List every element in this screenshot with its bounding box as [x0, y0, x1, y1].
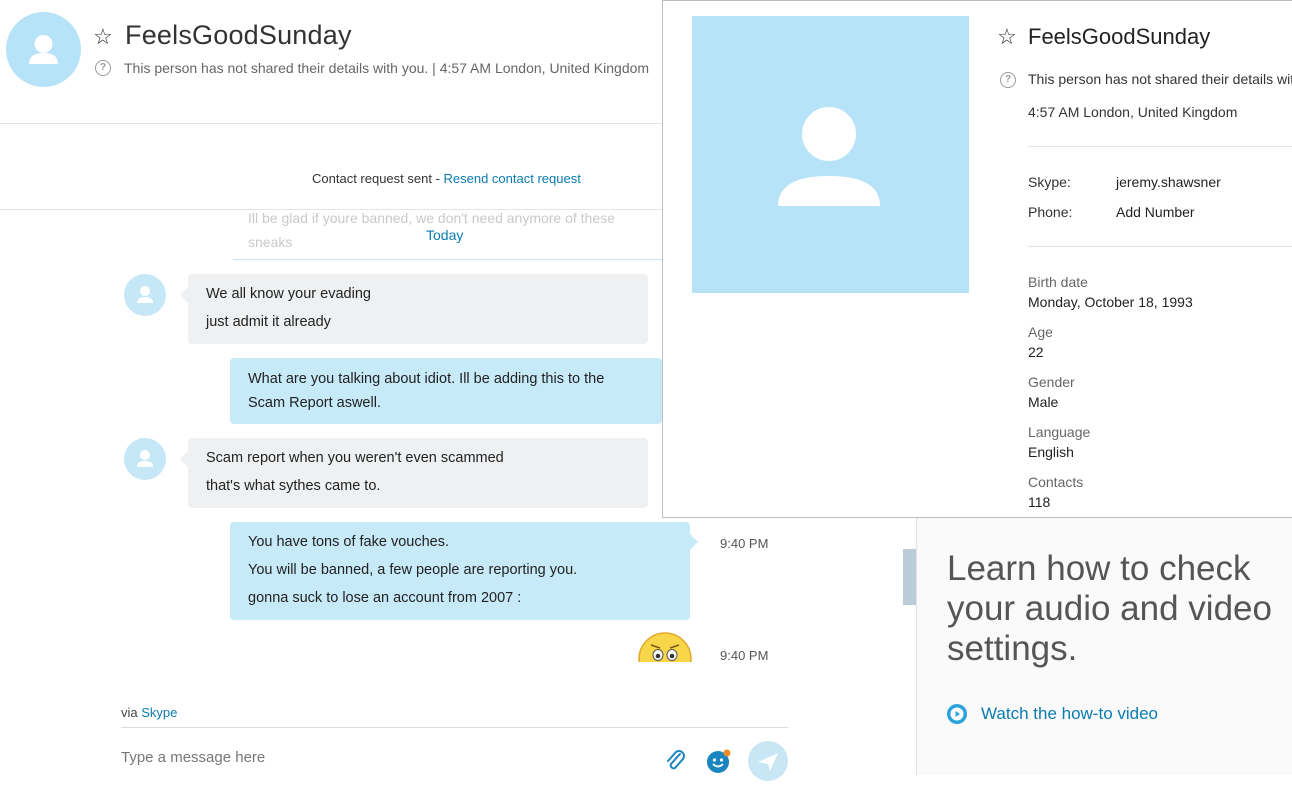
worried-emoticon-icon: [638, 632, 692, 662]
via-prefix: via: [121, 705, 142, 720]
day-divider-line: [233, 259, 662, 260]
message-bubble-incoming[interactable]: We all know your evading just admit it a…: [188, 274, 648, 344]
message-line: You will be banned, a few people are rep…: [248, 562, 578, 578]
promo-title: Learn how to check your audio and video …: [947, 549, 1272, 668]
message-line: Scam report when you weren't even scamme…: [206, 450, 504, 466]
profile-picture: [692, 16, 969, 293]
worried-emoticon[interactable]: [638, 632, 692, 662]
help-icon[interactable]: ?: [95, 60, 111, 76]
skype-name-link[interactable]: jeremy.shawsner: [1116, 174, 1221, 190]
bubble-tail: [180, 287, 188, 303]
message-bubble-incoming[interactable]: Scam report when you weren't even scamme…: [188, 438, 648, 508]
phone-label: Phone:: [1028, 204, 1073, 220]
star-icon[interactable]: ☆: [997, 26, 1017, 48]
contact-request-banner: Contact request sent - Resend contact re…: [312, 171, 581, 186]
language-value: English: [1028, 444, 1074, 460]
message-line: You have tons of fake vouches.: [248, 534, 449, 550]
message-timestamp: 9:40 PM: [720, 536, 769, 551]
via-label: via Skype: [121, 705, 177, 720]
message-timestamp: 9:40 PM: [720, 648, 769, 663]
avatar-icon: [137, 450, 153, 467]
watch-video-link[interactable]: Watch the how-to video: [981, 704, 1158, 724]
message-line: Scam Report aswell.: [248, 395, 381, 411]
message-line: What are you talking about idiot. Ill be…: [248, 371, 605, 387]
panel-scrollbar[interactable]: [903, 549, 916, 605]
language-label: Language: [1028, 424, 1091, 440]
contacts-label: Contacts: [1028, 474, 1084, 490]
bubble-tail: [180, 451, 188, 467]
add-number-link[interactable]: Add Number: [1116, 204, 1195, 220]
contact-subtitle: This person has not shared their details…: [124, 60, 650, 76]
avatar-icon: [137, 286, 153, 303]
via-skype-link[interactable]: Skype: [141, 705, 177, 720]
profile-divider: [1028, 146, 1292, 147]
profile-notice: This person has not shared their details…: [1028, 71, 1292, 87]
send-icon: [758, 753, 778, 771]
message-line: gonna suck to lose an account from 2007 …: [248, 590, 522, 606]
avatar-icon: [778, 107, 880, 206]
header-divider: [0, 123, 662, 124]
bubble-tail: [690, 534, 698, 550]
contact-avatar[interactable]: [6, 12, 81, 87]
contact-name[interactable]: FeelsGoodSunday: [125, 20, 352, 51]
message-line: just admit it already: [206, 314, 331, 330]
message-bubble-outgoing[interactable]: You have tons of fake vouches. You will …: [230, 522, 690, 620]
request-status-text: Contact request sent -: [312, 171, 444, 186]
message-line: that's what sythes came to.: [206, 478, 381, 494]
birthdate-value: Monday, October 18, 1993: [1028, 294, 1193, 310]
emoticon-icon[interactable]: [706, 748, 732, 774]
profile-location: 4:57 AM London, United Kingdom: [1028, 104, 1238, 120]
send-button[interactable]: [748, 741, 788, 781]
sender-avatar[interactable]: [124, 274, 166, 316]
birthdate-label: Birth date: [1028, 274, 1088, 290]
age-label: Age: [1028, 324, 1053, 340]
message-bubble-outgoing[interactable]: What are you talking about idiot. Ill be…: [230, 358, 662, 424]
skype-label: Skype:: [1028, 174, 1071, 190]
compose-divider: [121, 727, 788, 728]
avatar-icon: [29, 35, 58, 64]
contacts-value: 118: [1028, 494, 1051, 510]
message-line: We all know your evading: [206, 286, 371, 302]
help-icon[interactable]: ?: [1000, 72, 1016, 88]
play-icon[interactable]: [947, 704, 967, 724]
resend-request-link[interactable]: Resend contact request: [444, 171, 581, 186]
gender-label: Gender: [1028, 374, 1075, 390]
profile-divider: [1028, 246, 1292, 247]
message-input[interactable]: Type a message here: [121, 749, 265, 766]
sender-avatar[interactable]: [124, 438, 166, 480]
gender-value: Male: [1028, 394, 1059, 410]
attach-icon[interactable]: [664, 748, 688, 774]
day-divider: Today: [426, 227, 464, 243]
age-value: 22: [1028, 344, 1044, 360]
star-icon[interactable]: ☆: [93, 26, 113, 48]
profile-name: FeelsGoodSunday: [1028, 24, 1211, 49]
